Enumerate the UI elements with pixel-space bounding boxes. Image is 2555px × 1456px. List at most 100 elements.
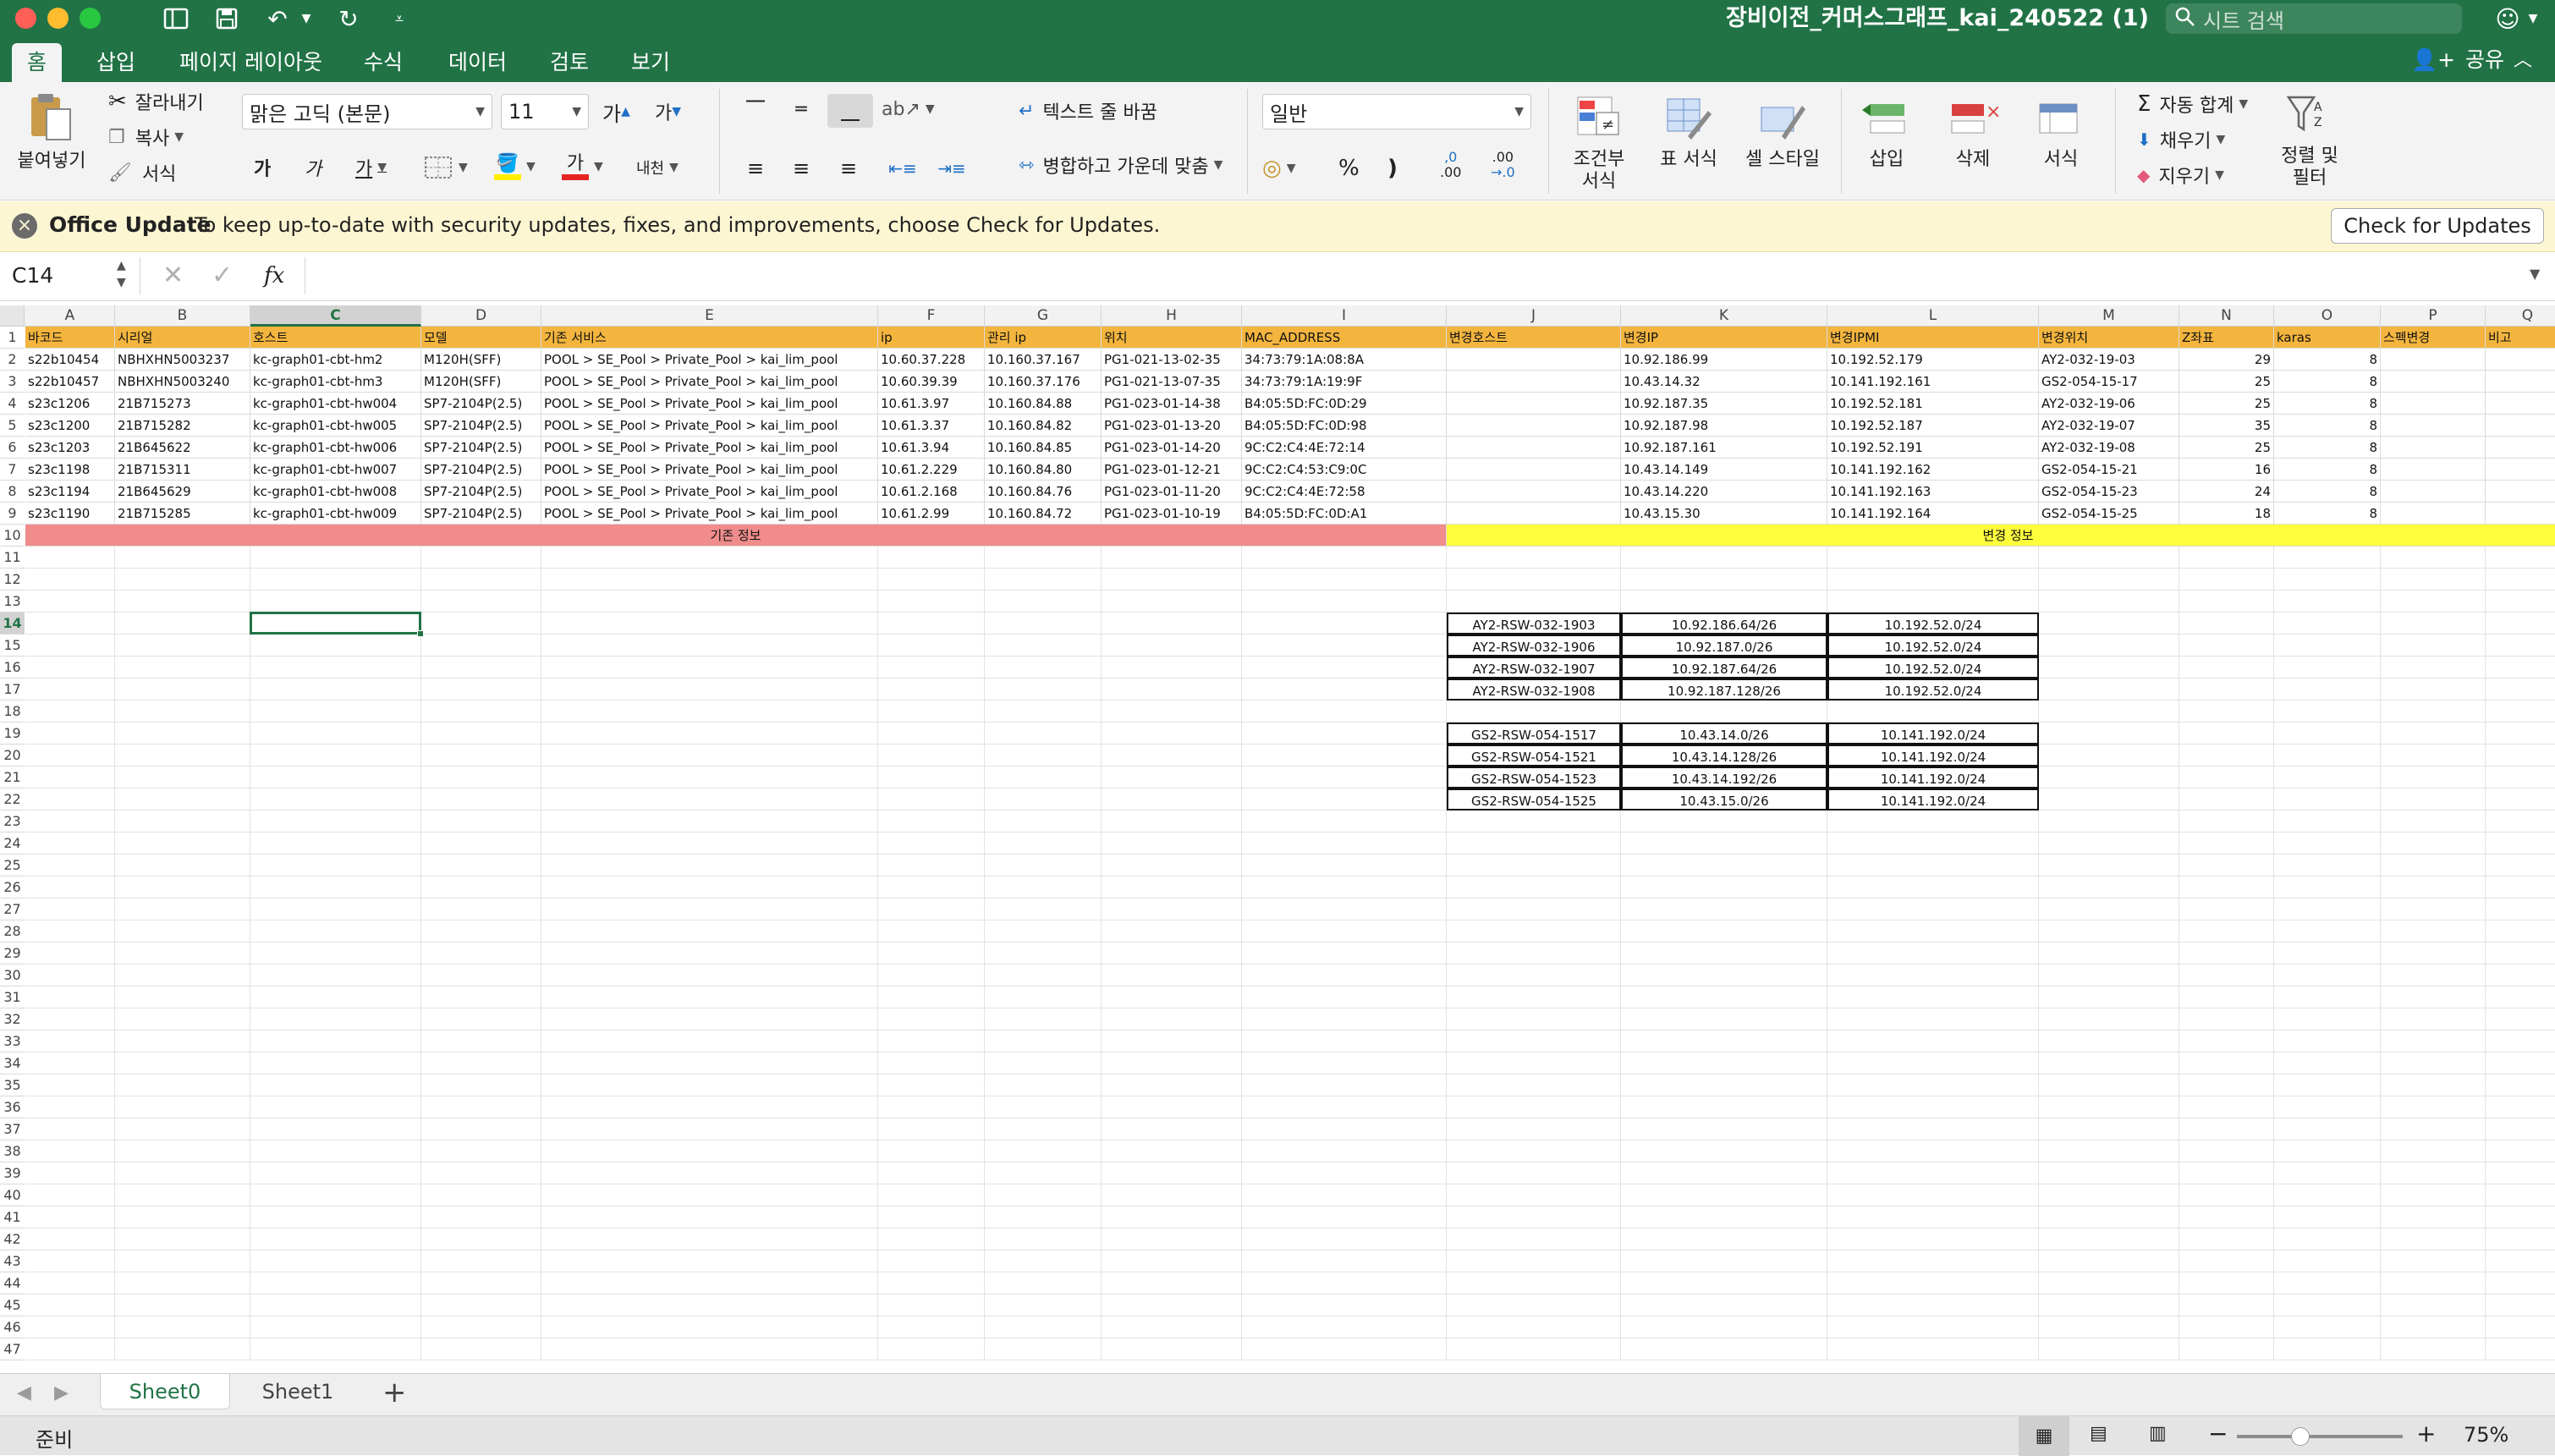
decrease-decimal-button[interactable]: .00 →.0 (1491, 150, 1515, 187)
table-cell[interactable]: 10.192.52.181 (1827, 393, 2039, 415)
table-cell[interactable]: 24 (2179, 481, 2274, 503)
table-cell[interactable] (2486, 437, 2555, 459)
subnet-cell[interactable]: GS2-RSW-054-1521 (1447, 744, 1621, 766)
table-cell[interactable]: 10.141.192.163 (1827, 481, 2039, 503)
table-cell[interactable] (2486, 459, 2555, 481)
table-cell[interactable]: 10.43.14.220 (1621, 481, 1827, 503)
autosum-button[interactable]: Σ 자동 합계 ▼ (2137, 91, 2248, 118)
subnet-cell[interactable]: 10.192.52.0/24 (1827, 635, 2039, 657)
table-cell[interactable]: POOL > SE_Pool > Private_Pool > kai_lim_… (541, 437, 878, 459)
table-cell[interactable]: s22b10457 (25, 371, 115, 393)
subnet-cell[interactable]: 10.92.187.0/26 (1621, 635, 1827, 657)
font-size-select[interactable]: 11 ▼ (501, 94, 589, 129)
row-header-12[interactable]: 12 (0, 569, 25, 591)
header-cell[interactable]: 모델 (421, 327, 541, 349)
subnet-cell[interactable]: 10.141.192.0/24 (1827, 766, 2039, 788)
table-cell[interactable] (2381, 371, 2486, 393)
table-cell[interactable]: 10.160.37.176 (985, 371, 1102, 393)
row-header-5[interactable]: 5 (0, 415, 25, 437)
align-bottom-button[interactable]: ⎽ (827, 94, 873, 128)
column-header-d[interactable]: D (421, 305, 541, 327)
table-cell[interactable]: kc-graph01-cbt-hm3 (250, 371, 421, 393)
sort-filter-button[interactable]: AZ 정렬 및 필터 (2266, 92, 2354, 190)
table-cell[interactable]: 8 (2274, 503, 2381, 525)
table-cell[interactable]: kc-graph01-cbt-hw008 (250, 481, 421, 503)
column-header-i[interactable]: I (1242, 305, 1447, 327)
table-cell[interactable] (1447, 393, 1621, 415)
column-header-k[interactable]: K (1621, 305, 1827, 327)
subnet-cell[interactable]: GS2-RSW-054-1517 (1447, 723, 1621, 744)
row-header-40[interactable]: 40 (0, 1184, 25, 1206)
copy-dropdown-icon[interactable]: ▼ (174, 130, 184, 144)
row-header-1[interactable]: 1 (0, 327, 25, 349)
subnet-cell[interactable]: GS2-RSW-054-1525 (1447, 788, 1621, 810)
column-header-g[interactable]: G (985, 305, 1102, 327)
table-cell[interactable]: GS2-054-15-17 (2039, 371, 2179, 393)
row-header-45[interactable]: 45 (0, 1294, 25, 1316)
name-box-stepper-icon[interactable]: ▲ ▼ (117, 257, 126, 291)
table-cell[interactable]: PG1-021-13-07-35 (1102, 371, 1242, 393)
table-cell[interactable]: 10.192.52.191 (1827, 437, 2039, 459)
table-cell[interactable]: 8 (2274, 349, 2381, 371)
table-cell[interactable] (1447, 349, 1621, 371)
underline-button[interactable]: 가 ▼ (355, 153, 387, 182)
table-cell[interactable]: 8 (2274, 415, 2381, 437)
column-header-b[interactable]: B (115, 305, 250, 327)
table-cell[interactable]: 10.160.37.167 (985, 349, 1102, 371)
table-cell[interactable] (2381, 437, 2486, 459)
subnet-cell[interactable]: 10.192.52.0/24 (1827, 657, 2039, 679)
table-cell[interactable] (2486, 415, 2555, 437)
table-cell[interactable] (1447, 503, 1621, 525)
table-cell[interactable]: 8 (2274, 437, 2381, 459)
tab-review[interactable]: 검토 (535, 43, 604, 82)
subnet-cell[interactable]: GS2-RSW-054-1523 (1447, 766, 1621, 788)
table-cell[interactable]: B4:05:5D:FC:0D:29 (1242, 393, 1447, 415)
table-cell[interactable]: 10.92.187.98 (1621, 415, 1827, 437)
table-cell[interactable] (2381, 393, 2486, 415)
column-header-m[interactable]: M (2039, 305, 2179, 327)
table-cell[interactable]: 10.160.84.72 (985, 503, 1102, 525)
delete-cells-button[interactable]: × 삭제 (1931, 94, 2015, 171)
table-cell[interactable]: PG1-023-01-11-20 (1102, 481, 1242, 503)
table-cell[interactable]: 10.192.52.187 (1827, 415, 2039, 437)
header-cell[interactable]: 스펙변경 (2381, 327, 2486, 349)
row-header-8[interactable]: 8 (0, 481, 25, 503)
tab-formulas[interactable]: 수식 (349, 43, 418, 82)
row-header-6[interactable]: 6 (0, 437, 25, 459)
increase-indent-button[interactable]: ⇥≡ (931, 153, 973, 184)
comma-style-button[interactable]: ) (1387, 153, 1398, 184)
table-cell[interactable]: 8 (2274, 481, 2381, 503)
confirm-formula-icon[interactable]: ✓ (212, 257, 233, 294)
table-cell[interactable]: AY2-032-19-08 (2039, 437, 2179, 459)
page-layout-view-icon[interactable]: ▤ (2090, 1423, 2107, 1444)
table-cell[interactable]: PG1-023-01-10-19 (1102, 503, 1242, 525)
collapse-ribbon-icon[interactable]: ︿ (2508, 43, 2538, 74)
table-cell[interactable]: 8 (2274, 371, 2381, 393)
table-cell[interactable]: 10.141.192.162 (1827, 459, 2039, 481)
table-cell[interactable]: PG1-023-01-14-20 (1102, 437, 1242, 459)
fill-button[interactable]: ⬇ 채우기 ▼ (2137, 126, 2225, 153)
column-header-o[interactable]: O (2274, 305, 2381, 327)
table-cell[interactable]: 10.160.84.88 (985, 393, 1102, 415)
table-cell[interactable] (2381, 503, 2486, 525)
existing-info-band[interactable]: 기존 정보 (25, 525, 1447, 547)
percent-style-button[interactable]: % (1338, 153, 1360, 184)
table-cell[interactable]: s23c1198 (25, 459, 115, 481)
table-cell[interactable]: 10.43.14.149 (1621, 459, 1827, 481)
page-break-view-icon[interactable]: ▥ (2149, 1423, 2167, 1444)
row-header-37[interactable]: 37 (0, 1118, 25, 1140)
feedback-dropdown-icon[interactable]: ▼ (2525, 3, 2541, 34)
table-cell[interactable]: 10.141.192.161 (1827, 371, 2039, 393)
header-cell[interactable]: 바코드 (25, 327, 115, 349)
table-cell[interactable]: POOL > SE_Pool > Private_Pool > kai_lim_… (541, 481, 878, 503)
save-icon[interactable] (210, 3, 244, 34)
table-cell[interactable]: s22b10454 (25, 349, 115, 371)
table-cell[interactable]: kc-graph01-cbt-hw005 (250, 415, 421, 437)
row-header-43[interactable]: 43 (0, 1250, 25, 1272)
table-cell[interactable]: 10.160.84.85 (985, 437, 1102, 459)
table-cell[interactable]: GS2-054-15-21 (2039, 459, 2179, 481)
table-cell[interactable]: POOL > SE_Pool > Private_Pool > kai_lim_… (541, 503, 878, 525)
phonetic-guide-button[interactable]: 내천 ▼ (636, 153, 679, 182)
zoom-in-icon[interactable]: + (2416, 1420, 2436, 1448)
header-cell[interactable]: 변경호스트 (1447, 327, 1621, 349)
